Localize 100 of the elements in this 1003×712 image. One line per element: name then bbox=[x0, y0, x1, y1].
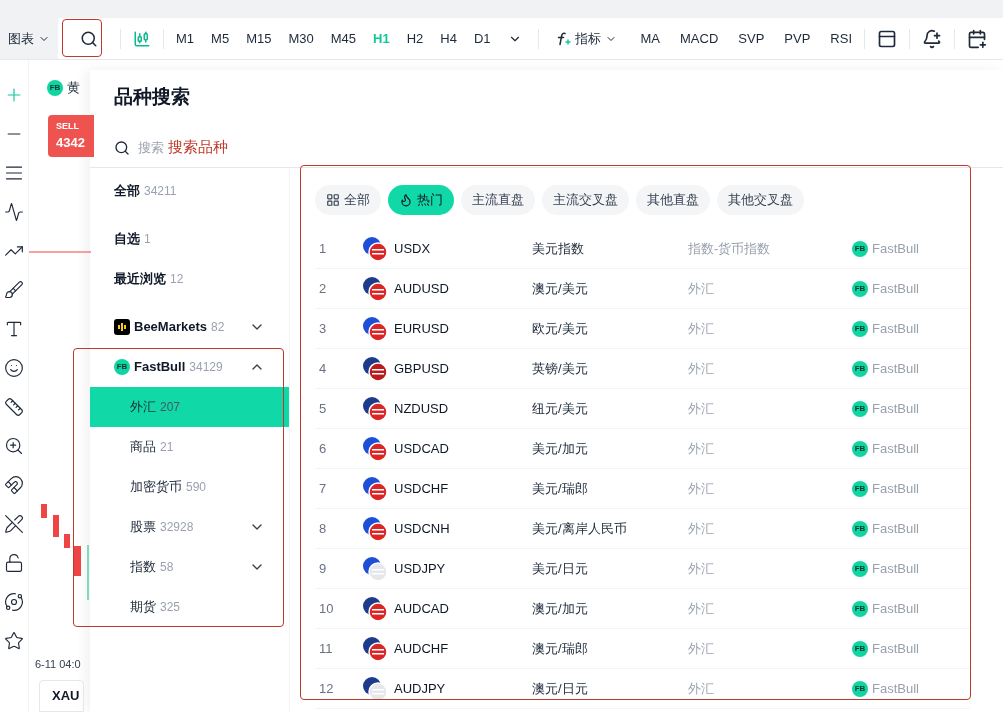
symbol-code: AUDJPY bbox=[393, 679, 447, 698]
symbol-name: 美元/离岸人民币 bbox=[532, 519, 628, 538]
text-icon[interactable] bbox=[4, 319, 24, 339]
filter-chip[interactable]: 全部 bbox=[315, 185, 381, 215]
row-index: 3 bbox=[318, 319, 328, 338]
indicator-button[interactable]: MACD bbox=[680, 28, 719, 49]
flag-pair-icon bbox=[362, 515, 388, 542]
source-name: FastBull bbox=[872, 319, 919, 338]
candle bbox=[41, 504, 47, 518]
fastbull-logo: FB bbox=[852, 640, 868, 657]
symbol-row[interactable]: 1 USDX 美元指数 指数-货币指数 FB FastBull bbox=[315, 229, 970, 269]
category-item[interactable]: 期货 325 bbox=[90, 587, 289, 627]
symbol-row[interactable]: 8 USDCNH 美元/离岸人民币 外汇 FB FastBull bbox=[315, 509, 970, 549]
symbol-name: 澳元/美元 bbox=[532, 279, 589, 298]
dialog-title: 品种搜索 bbox=[113, 84, 191, 109]
filter-chip[interactable]: 主流直盘 bbox=[461, 185, 535, 215]
price-line bbox=[29, 251, 91, 253]
zoom-in-icon[interactable] bbox=[4, 436, 24, 456]
flame-icon bbox=[399, 193, 413, 207]
source-name: FastBull bbox=[872, 279, 919, 298]
fastbull-logo: FB bbox=[852, 480, 868, 497]
symbol-row[interactable]: 6 USDCAD 美元/加元 外汇 FB FastBull bbox=[315, 429, 970, 469]
row-index: 2 bbox=[318, 279, 328, 298]
row-index: 12 bbox=[318, 679, 335, 698]
symbol-row[interactable]: 10 AUDCAD 澳元/加元 外汇 FB FastBull bbox=[315, 589, 970, 629]
source-name: FastBull bbox=[872, 639, 919, 658]
smiley-icon[interactable] bbox=[4, 358, 24, 378]
symbol-name: 澳元/加元 bbox=[532, 599, 589, 618]
zigzag-icon[interactable] bbox=[4, 202, 24, 222]
magnet-icon[interactable] bbox=[4, 475, 24, 495]
fastbull-logo: FB bbox=[47, 79, 63, 96]
symbol-code: USDX bbox=[393, 239, 432, 258]
category-item[interactable]: 商品 21 bbox=[90, 427, 289, 467]
timeframe-tab[interactable]: M15 bbox=[246, 28, 272, 49]
symbol-category: 外汇 bbox=[688, 679, 715, 698]
source-name: FastBull bbox=[872, 479, 919, 498]
source-name: FastBull bbox=[872, 599, 919, 618]
timeframe-tab[interactable]: D1 bbox=[473, 28, 491, 49]
flag-pair-icon bbox=[362, 555, 388, 582]
pen-off-icon[interactable] bbox=[4, 514, 24, 534]
symbol-code: GBPUSD bbox=[393, 359, 450, 378]
source-name: FastBull bbox=[872, 239, 919, 258]
symbol-name: 澳元/日元 bbox=[532, 679, 589, 698]
symbol-code: AUDUSD bbox=[393, 279, 450, 298]
filter-chip[interactable]: 主流交叉盘 bbox=[542, 185, 629, 215]
category-item[interactable]: 指数 58 bbox=[90, 547, 289, 587]
indicator-button[interactable]: RSI bbox=[830, 28, 852, 49]
ruler-icon[interactable] bbox=[4, 397, 24, 417]
symbol-category: 外汇 bbox=[688, 639, 715, 658]
row-index: 5 bbox=[318, 399, 328, 418]
indicator-button[interactable]: PVP bbox=[784, 28, 811, 49]
timeframe-tab[interactable]: M30 bbox=[288, 28, 314, 49]
source-name: FastBull bbox=[872, 439, 919, 458]
source-name: FastBull bbox=[872, 519, 919, 538]
category-item[interactable]: 外汇 207 bbox=[90, 387, 289, 427]
symbol-row[interactable]: 12 AUDJPY 澳元/日元 外汇 FB FastBull bbox=[315, 669, 970, 709]
fastbull-logo: FB bbox=[852, 360, 868, 377]
star-icon[interactable] bbox=[4, 631, 24, 651]
calendar-icon[interactable] bbox=[967, 28, 987, 49]
symbol-code: AUDCHF bbox=[393, 639, 450, 658]
nav-item[interactable]: BeeMarkets 82 bbox=[90, 307, 289, 347]
fastbull-logo: FB bbox=[852, 400, 868, 417]
timeframe-tab[interactable]: M5 bbox=[211, 28, 230, 49]
timeframe-tab[interactable]: H4 bbox=[440, 28, 457, 49]
brush-icon[interactable] bbox=[4, 280, 24, 300]
indicator-button[interactable]: SVP bbox=[738, 28, 765, 49]
alert-icon[interactable] bbox=[922, 28, 942, 49]
symbol-row[interactable]: 9 USDJPY 美元/日元 外汇 FB FastBull bbox=[315, 549, 970, 589]
nav-item[interactable]: 全部 34211 bbox=[90, 171, 289, 211]
bee-logo-icon bbox=[114, 319, 130, 335]
filter-chip[interactable]: 其他交叉盘 bbox=[717, 185, 804, 215]
nav-item[interactable]: FB FastBull 34129 bbox=[90, 347, 289, 387]
indicator-button[interactable]: MA bbox=[640, 28, 660, 49]
planet-icon[interactable] bbox=[4, 592, 24, 612]
symbol-row[interactable]: 11 AUDCHF 澳元/瑞郎 外汇 FB FastBull bbox=[315, 629, 970, 669]
symbol-row[interactable]: 7 USDCHF 美元/瑞郎 外汇 FB FastBull bbox=[315, 469, 970, 509]
category-item[interactable]: 股票 32928 bbox=[90, 507, 289, 547]
filter-chip[interactable]: 其他直盘 bbox=[636, 185, 710, 215]
row-index: 10 bbox=[318, 599, 335, 618]
timeframe-tab[interactable]: M45 bbox=[330, 28, 356, 49]
nav-item[interactable]: 自选 1 bbox=[90, 219, 289, 259]
timeframe-tab[interactable]: H2 bbox=[406, 28, 424, 49]
layout-icon[interactable] bbox=[877, 28, 897, 49]
filter-chip[interactable]: 热门 bbox=[388, 185, 454, 215]
category-item[interactable]: 加密货币 590 bbox=[90, 467, 289, 507]
chart-menu[interactable]: 图表 bbox=[0, 18, 58, 59]
timeframe-tab[interactable]: M1 bbox=[176, 28, 195, 49]
flag-pair-icon bbox=[362, 635, 388, 662]
symbol-row[interactable]: 2 AUDUSD 澳元/美元 外汇 FB FastBull bbox=[315, 269, 970, 309]
symbol-row[interactable]: 3 EURUSD 欧元/美元 外汇 FB FastBull bbox=[315, 309, 970, 349]
symbol-code: USDJPY bbox=[393, 559, 447, 578]
symbol-tab[interactable]: XAU bbox=[39, 680, 85, 712]
indicators-menu[interactable]: 指标 bbox=[554, 28, 617, 49]
annotation-frame bbox=[62, 19, 102, 57]
unlock-icon[interactable] bbox=[4, 553, 24, 573]
symbol-row[interactable]: 4 GBPUSD 英镑/美元 外汇 FB FastBull bbox=[315, 349, 970, 389]
symbol-category: 外汇 bbox=[688, 359, 715, 378]
nav-item[interactable]: 最近浏览 12 bbox=[90, 259, 289, 299]
symbol-row[interactable]: 5 NZDUSD 纽元/美元 外汇 FB FastBull bbox=[315, 389, 970, 429]
fastbull-logo: FB bbox=[852, 240, 868, 257]
